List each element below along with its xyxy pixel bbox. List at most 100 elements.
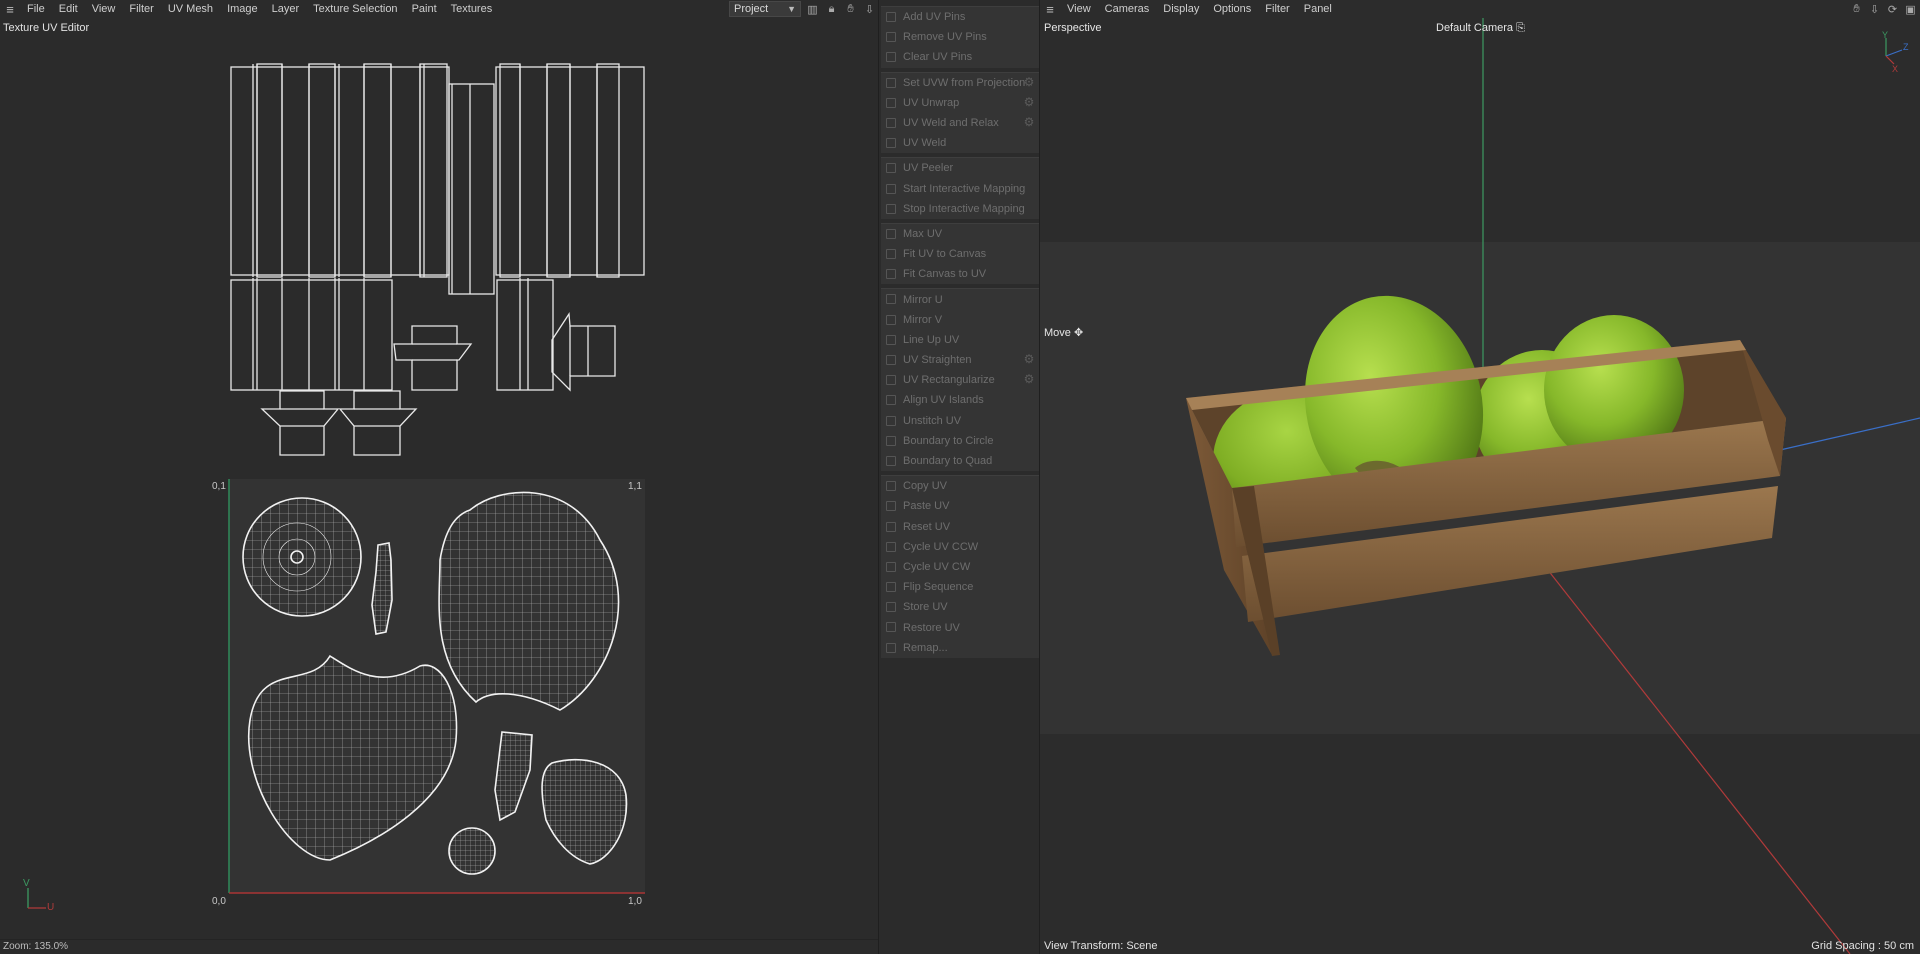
command-store-uv[interactable]: Store UV [881, 597, 1039, 617]
command-cycle-uv-ccw[interactable]: Cycle UV CCW [881, 537, 1039, 557]
menu-textures[interactable]: Textures [444, 3, 500, 15]
command-label: Flip Sequence [903, 581, 974, 594]
hamburger-menu-icon[interactable]: ≡ [0, 2, 20, 17]
project-select-value: Project [734, 3, 769, 15]
gear-icon[interactable]: ⚙ [1023, 116, 1035, 128]
projection-label[interactable]: Perspective [1044, 22, 1101, 34]
command-label: Max UV [903, 227, 943, 240]
peeler-icon [886, 163, 896, 174]
command-max-uv[interactable]: Max UV [881, 224, 1039, 244]
pin-icon[interactable]: ⇩ [862, 2, 877, 16]
command-label: Stop Interactive Mapping [903, 202, 1025, 215]
menu-image[interactable]: Image [220, 3, 265, 15]
command-restore-uv[interactable]: Restore UV [881, 617, 1039, 637]
texture-uv-editor[interactable]: ≡ File Edit View Filter UV Mesh Image La… [0, 0, 878, 954]
unwrap-icon [886, 97, 896, 108]
gear-icon[interactable]: ⚙ [1023, 373, 1035, 385]
vp-menu-panel[interactable]: Panel [1297, 3, 1339, 15]
command-label: Align UV Islands [903, 394, 984, 407]
hand-icon[interactable]: ✋︎ [843, 2, 858, 16]
command-cycle-uv-cw[interactable]: Cycle UV CW [881, 557, 1039, 577]
command-clear-uv-pins[interactable]: Clear UV Pins [881, 47, 1039, 67]
gear-icon[interactable]: ⚙ [1023, 353, 1035, 365]
v-axis-label: V [23, 878, 30, 889]
project-select[interactable]: Project ▼ [729, 1, 801, 17]
lock-icon[interactable]: 🔒︎ [824, 2, 839, 16]
command-label: Set UVW from Projection [903, 76, 1026, 89]
command-label: Boundary to Circle [903, 434, 994, 447]
menu-edit[interactable]: Edit [52, 3, 85, 15]
command-label: Mirror V [903, 313, 943, 326]
menu-view[interactable]: View [85, 3, 123, 15]
camera-label[interactable]: Default Camera ⎘ [1436, 22, 1525, 35]
command-group: Set UVW from Projection ⚙ UV Unwrap ⚙ UV Wel… [881, 71, 1039, 154]
vp-menu-display[interactable]: Display [1156, 3, 1206, 15]
viewport-header: Perspective Default Camera ⎘ [1040, 18, 1920, 36]
paste-icon [886, 501, 896, 512]
line-up-icon [886, 334, 896, 345]
gear-icon[interactable]: ⚙ [1023, 96, 1035, 108]
command-label: Add UV Pins [903, 11, 966, 24]
quad-icon [886, 455, 896, 466]
command-boundary-to-quad[interactable]: Boundary to Quad [881, 451, 1039, 471]
histogram-icon[interactable]: ▥ [805, 2, 820, 16]
command-label: Clear UV Pins [903, 51, 973, 64]
command-copy-uv[interactable]: Copy UV [881, 476, 1039, 496]
command-remap[interactable]: Remap... [881, 638, 1039, 658]
gear-icon[interactable]: ⚙ [1023, 76, 1035, 88]
command-label: Remap... [903, 641, 948, 654]
command-fit-uv-to-canvas[interactable]: Fit UV to Canvas [881, 244, 1039, 264]
command-uv-rectangularize[interactable]: UV Rectangularize ⚙ [881, 370, 1039, 390]
uv-canvas[interactable] [0, 0, 878, 954]
menu-layer[interactable]: Layer [265, 3, 307, 15]
command-fit-canvas-to-uv[interactable]: Fit Canvas to UV [881, 264, 1039, 284]
hamburger-menu-icon[interactable]: ≡ [1040, 2, 1060, 17]
menu-file[interactable]: File [20, 3, 52, 15]
command-line-up-uv[interactable]: Line Up UV [881, 330, 1039, 350]
menu-uv-mesh[interactable]: UV Mesh [161, 3, 220, 15]
mirror-v-icon [886, 314, 896, 325]
command-label: Unstitch UV [903, 414, 962, 427]
command-uv-unwrap[interactable]: UV Unwrap ⚙ [881, 93, 1039, 113]
copy-icon [886, 481, 896, 492]
menu-texture-selection[interactable]: Texture Selection [306, 3, 404, 15]
command-uv-straighten[interactable]: UV Straighten ⚙ [881, 350, 1039, 370]
vp-menu-cameras[interactable]: Cameras [1098, 3, 1157, 15]
menu-paint[interactable]: Paint [405, 3, 444, 15]
command-label: Start Interactive Mapping [903, 182, 1026, 195]
command-start-interactive-mapping[interactable]: Start Interactive Mapping [881, 179, 1039, 199]
menu-filter[interactable]: Filter [122, 3, 160, 15]
command-reset-uv[interactable]: Reset UV [881, 517, 1039, 537]
command-remove-uv-pins[interactable]: Remove UV Pins [881, 27, 1039, 47]
cycle-ccw-icon [886, 541, 896, 552]
rectangularize-icon [886, 375, 896, 386]
command-group: Add UV Pins Remove UV Pins Clear UV Pins [881, 6, 1039, 68]
hand-icon[interactable]: ✋︎ [1849, 2, 1864, 16]
command-unstitch-uv[interactable]: Unstitch UV [881, 411, 1039, 431]
restore-icon [886, 622, 896, 633]
command-label: UV Peeler [903, 162, 954, 175]
command-mirror-v[interactable]: Mirror V [881, 310, 1039, 330]
vp-menu-filter[interactable]: Filter [1258, 3, 1296, 15]
vp-menu-view[interactable]: View [1060, 3, 1098, 15]
remap-icon [886, 642, 896, 653]
command-add-uv-pins[interactable]: Add UV Pins [881, 7, 1039, 27]
command-boundary-to-circle[interactable]: Boundary to Circle [881, 431, 1039, 451]
command-uv-peeler[interactable]: UV Peeler [881, 158, 1039, 178]
command-align-uv-islands[interactable]: Align UV Islands [881, 390, 1039, 410]
command-uv-weld[interactable]: UV Weld [881, 133, 1039, 153]
flip-icon [886, 582, 896, 593]
command-set-uvw-from-projection[interactable]: Set UVW from Projection ⚙ [881, 73, 1039, 93]
command-flip-sequence[interactable]: Flip Sequence [881, 577, 1039, 597]
command-uv-weld-and-relax[interactable]: UV Weld and Relax ⚙ [881, 113, 1039, 133]
command-paste-uv[interactable]: Paste UV [881, 496, 1039, 516]
3d-viewport[interactable]: ≡ View Cameras Display Options Filter Pa… [1040, 0, 1920, 954]
rotate-icon[interactable]: ⟳ [1885, 2, 1900, 16]
move-icon[interactable]: ⇩ [1867, 2, 1882, 16]
command-stop-interactive-mapping[interactable]: Stop Interactive Mapping [881, 199, 1039, 219]
fit-uv-icon [886, 249, 896, 260]
command-mirror-u[interactable]: Mirror U [881, 289, 1039, 309]
maximize-icon[interactable]: ▣ [1903, 2, 1918, 16]
viewport-canvas[interactable] [1040, 0, 1920, 954]
vp-menu-options[interactable]: Options [1206, 3, 1258, 15]
